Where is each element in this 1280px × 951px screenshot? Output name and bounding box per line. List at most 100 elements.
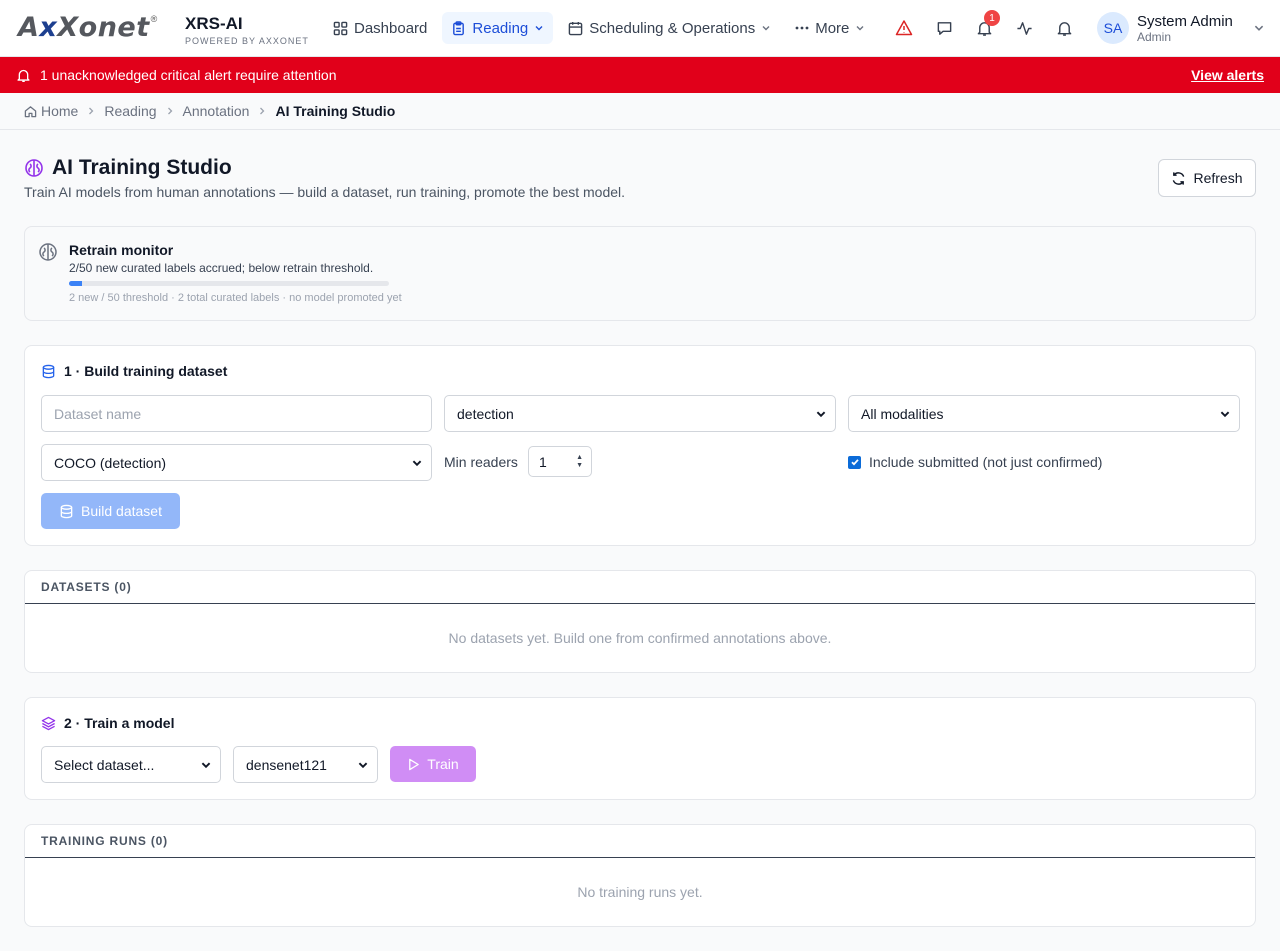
user-role: Admin (1137, 29, 1172, 44)
database-icon (42, 364, 55, 378)
chat-icon (937, 21, 951, 35)
chevron-down-icon (1254, 25, 1264, 31)
nav-reading-label: Reading (472, 19, 529, 37)
chevron-down-icon (816, 411, 826, 418)
main-nav: Dashboard Reading Scheduling & Operation… (324, 12, 874, 44)
top-navbar: AxXonet ® XRS-AI POWERED BY AXXONET Dash… (0, 0, 1280, 57)
build-dataset-title: 1 · Build training dataset (41, 363, 227, 379)
train-button-label: Train (427, 756, 459, 772)
user-name: System Admin (1137, 12, 1233, 30)
train-model-card: 2 · Train a model Select dataset... dens… (24, 697, 1256, 800)
calendar-icon (568, 21, 583, 35)
build-dataset-card: 1 · Build training dataset Dataset name … (24, 345, 1256, 546)
grid-icon (333, 21, 348, 35)
logo-wordmark: AxXonet (18, 12, 150, 43)
build-dataset-button[interactable]: Build dataset (41, 493, 180, 529)
view-alerts-link[interactable]: View alerts (1191, 67, 1264, 83)
notification-count-badge: 1 (984, 10, 1000, 26)
chevron-down-icon (535, 26, 543, 31)
play-icon (409, 758, 420, 770)
brand-logo[interactable]: AxXonet ® (18, 12, 157, 44)
min-readers-stepper[interactable]: 1 ▲ ▼ (528, 446, 592, 477)
chevron-down-icon (1220, 411, 1230, 418)
app-name: XRS-AI (185, 14, 243, 33)
datasets-header: DATASETS (0) (25, 571, 1255, 604)
refresh-button[interactable]: Refresh (1158, 159, 1256, 197)
bell-icon (17, 69, 30, 82)
training-runs-header: TRAINING RUNS (0) (25, 825, 1255, 858)
page-description: Train AI models from human annotations —… (24, 184, 626, 200)
monitor-title: Retrain monitor (69, 242, 174, 258)
home-icon (24, 105, 37, 117)
modality-value: All modalities (861, 405, 944, 422)
checkbox-checked-icon[interactable] (848, 455, 861, 469)
refresh-label: Refresh (1193, 170, 1243, 186)
retrain-progress-fill (69, 281, 82, 286)
page-title-text: AI Training Studio (52, 156, 232, 179)
train-button[interactable]: Train (390, 746, 476, 782)
page-title: AI Training Studio (24, 156, 232, 180)
build-dataset-button-label: Build dataset (81, 503, 162, 519)
task-type-value: detection (457, 405, 514, 422)
nav-dashboard[interactable]: Dashboard (324, 12, 436, 44)
nav-more[interactable]: More (786, 12, 874, 44)
registered-mark: ® (150, 14, 158, 24)
min-readers-label: Min readers (444, 454, 518, 470)
brain-icon (25, 159, 43, 177)
breadcrumb: Home Reading Annotation AI Training Stud… (0, 93, 1280, 130)
user-info: System Admin Admin (1137, 13, 1233, 44)
user-menu[interactable]: SA System Admin Admin (1097, 12, 1265, 44)
breadcrumb-reading[interactable]: Reading (104, 103, 156, 119)
nav-scheduling[interactable]: Scheduling & Operations (559, 12, 780, 44)
training-runs-empty-state: No training runs yet. (577, 884, 703, 900)
training-runs-card: TRAINING RUNS (0) No training runs yet. (24, 824, 1256, 927)
min-readers-value: 1 (539, 453, 547, 470)
alerts-bell-button[interactable] (1048, 12, 1080, 44)
retrain-monitor-card: Retrain monitor 2/50 new curated labels … (24, 226, 1256, 321)
nav-dashboard-label: Dashboard (354, 19, 428, 37)
retrain-progress-bar (69, 281, 389, 286)
alert-message: 1 unacknowledged critical alert require … (40, 67, 337, 83)
chevron-right-icon (89, 107, 94, 115)
breadcrumb-current: AI Training Studio (275, 103, 396, 119)
layers-icon (41, 716, 56, 730)
dataset-select-value: Select dataset... (54, 756, 155, 773)
powered-by: POWERED BY AXXONET (185, 36, 309, 46)
nav-reading[interactable]: Reading (442, 12, 554, 44)
messages-button[interactable] (928, 12, 960, 44)
chevron-right-icon (167, 107, 172, 115)
activity-icon (1016, 21, 1032, 35)
activity-button[interactable] (1008, 12, 1040, 44)
task-type-select[interactable]: detection (444, 395, 836, 432)
train-model-title: 2 · Train a model (41, 715, 174, 731)
avatar: SA (1097, 12, 1129, 44)
header-actions: 1 (888, 10, 1080, 44)
bell-icon (1057, 21, 1071, 36)
datasets-card: DATASETS (0) No datasets yet. Build one … (24, 570, 1256, 673)
chevron-right-icon (260, 107, 265, 115)
model-architecture-value: densenet121 (246, 756, 327, 773)
dataset-select[interactable]: Select dataset... (41, 746, 221, 783)
model-architecture-select[interactable]: densenet121 (233, 746, 378, 783)
refresh-icon (1173, 171, 1185, 185)
nav-scheduling-label: Scheduling & Operations (589, 19, 756, 37)
datasets-empty-state: No datasets yet. Build one from confirme… (448, 630, 832, 646)
breadcrumb-home[interactable]: Home (41, 103, 78, 119)
breadcrumb-annotation[interactable]: Annotation (183, 103, 250, 119)
export-format-value: COCO (detection) (54, 454, 167, 471)
dataset-name-input[interactable]: Dataset name (41, 395, 432, 432)
clipboard-icon (453, 20, 465, 35)
notifications-button[interactable]: 1 (968, 10, 1000, 44)
database-icon (60, 504, 73, 518)
export-format-select[interactable]: COCO (detection) (41, 444, 432, 481)
nav-more-label: More (815, 19, 850, 37)
modality-select[interactable]: All modalities (848, 395, 1240, 432)
critical-alert-banner: 1 unacknowledged critical alert require … (0, 57, 1280, 93)
stepper-arrows-icon[interactable]: ▲ ▼ (576, 454, 583, 470)
monitor-meta: 2 new / 50 threshold · 2 total curated l… (69, 292, 402, 304)
dots-icon (795, 26, 809, 30)
chevron-down-icon (201, 762, 211, 769)
critical-alerts-button[interactable] (888, 12, 920, 44)
include-submitted-checkbox[interactable]: Include submitted (not just confirmed) (848, 454, 1102, 470)
chevron-down-icon (412, 460, 422, 467)
